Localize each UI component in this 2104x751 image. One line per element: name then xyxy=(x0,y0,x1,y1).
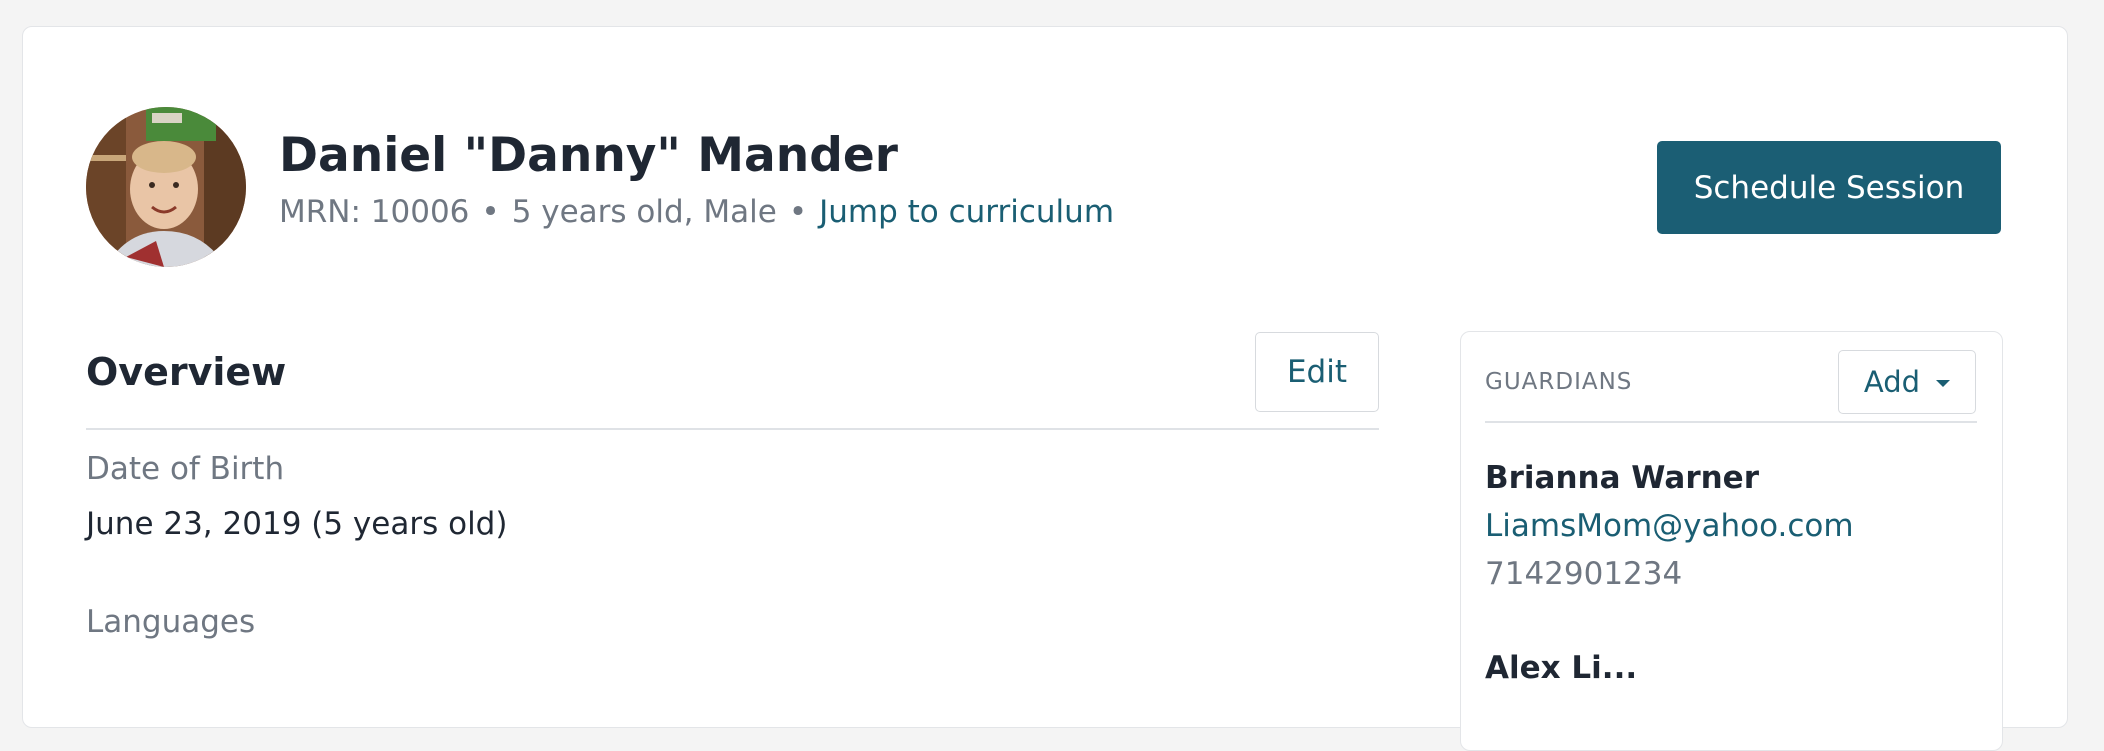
guardians-heading: GUARDIANS xyxy=(1485,369,1633,395)
add-button-label: Add xyxy=(1863,365,1921,399)
patient-age-gender: 5 years old, Male xyxy=(511,194,777,230)
jump-to-curriculum-link[interactable]: Jump to curriculum xyxy=(819,194,1114,230)
languages-label: Languages xyxy=(86,604,256,640)
add-guardian-button[interactable]: Add xyxy=(1838,350,1976,414)
guardian-name: Alex Li... xyxy=(1485,650,1638,686)
patient-mrn: MRN: 10006 xyxy=(279,194,470,230)
overview-title: Overview xyxy=(86,350,287,394)
caret-down-icon xyxy=(1936,379,1951,387)
guardian-name: Brianna Warner xyxy=(1485,460,1759,496)
meta-separator: • xyxy=(788,194,808,230)
edit-overview-button[interactable]: Edit xyxy=(1255,332,1379,412)
guardian-email-link[interactable]: LiamsMom@yahoo.com xyxy=(1485,508,1854,545)
dob-label: Date of Birth xyxy=(86,451,285,487)
avatar-photo-icon xyxy=(86,107,246,267)
schedule-session-button[interactable]: Schedule Session xyxy=(1657,141,2001,234)
meta-separator: • xyxy=(481,194,500,230)
patient-name: Daniel "Danny" Mander xyxy=(279,128,898,183)
guardians-divider xyxy=(1485,421,1977,423)
patient-avatar xyxy=(86,107,246,267)
dob-value: June 23, 2019 (5 years old) xyxy=(86,506,508,542)
patient-meta: MRN: 10006 • 5 years old, Male • Jump to cur… xyxy=(279,194,1114,231)
overview-divider xyxy=(86,428,1379,430)
guardian-phone: 7142901234 xyxy=(1485,556,1683,592)
